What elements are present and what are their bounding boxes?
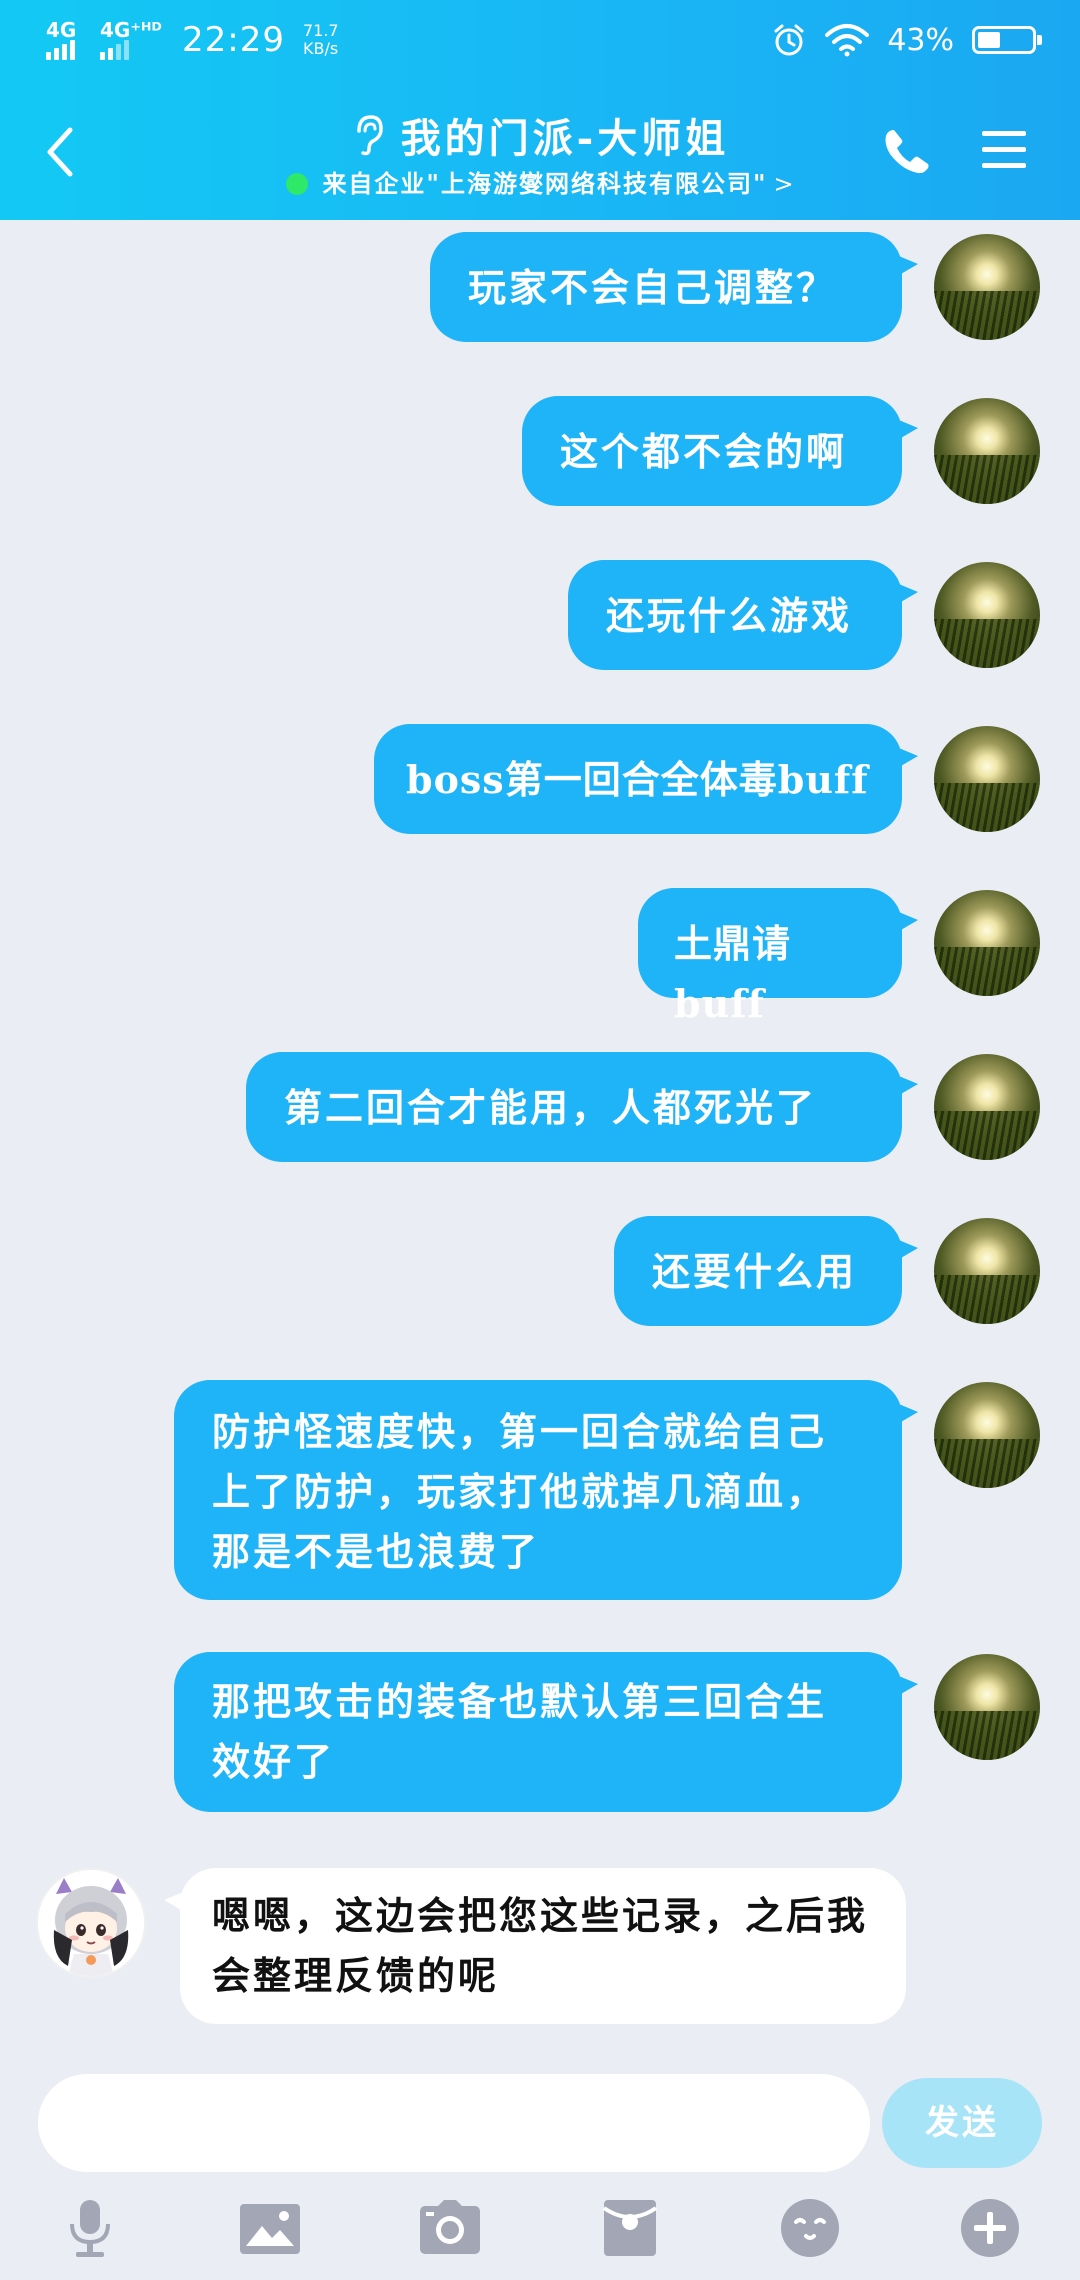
avatar-self[interactable] bbox=[934, 1382, 1040, 1488]
microphone-icon[interactable] bbox=[58, 2196, 122, 2260]
chevron-right-icon: > bbox=[773, 170, 794, 198]
avatar-agent[interactable] bbox=[38, 1870, 144, 1976]
signal-icon: 4G bbox=[46, 18, 86, 60]
message-bubble-self[interactable]: 玩家不会自己调整？ bbox=[430, 232, 918, 342]
speed-unit: KB/s bbox=[302, 39, 339, 58]
chat-toolbar bbox=[0, 2190, 1080, 2280]
send-button[interactable]: 发送 bbox=[882, 2078, 1042, 2168]
speed-value: 71.7 bbox=[302, 21, 339, 40]
emoji-icon[interactable] bbox=[778, 2196, 842, 2260]
agent-avatar-illustration bbox=[38, 1870, 144, 1976]
avatar-self[interactable] bbox=[934, 234, 1040, 340]
avatar-self[interactable] bbox=[934, 562, 1040, 668]
message-bubble-self[interactable]: 还要什么用 bbox=[614, 1216, 918, 1326]
avatar-self[interactable] bbox=[934, 398, 1040, 504]
plus-icon[interactable] bbox=[958, 2196, 1022, 2260]
network-speed: 71.7 KB/s bbox=[303, 22, 339, 58]
message-bubble-self[interactable]: 这个都不会的啊 bbox=[522, 396, 918, 506]
wifi-icon bbox=[825, 24, 870, 57]
menu-icon[interactable] bbox=[980, 128, 1028, 172]
network-label: 4G bbox=[46, 18, 77, 42]
message-bubble-self[interactable]: 土鼎请buff bbox=[638, 888, 918, 1026]
online-status-dot bbox=[286, 173, 309, 195]
avatar-self[interactable] bbox=[934, 726, 1040, 832]
battery-percent: 43% bbox=[887, 22, 954, 58]
message-bubble-self[interactable]: 第二回合才能用，人都死光了 bbox=[246, 1052, 918, 1162]
message-input[interactable] bbox=[38, 2074, 870, 2172]
avatar-self[interactable] bbox=[934, 1054, 1040, 1160]
ear-icon bbox=[356, 115, 383, 156]
phone-icon[interactable] bbox=[882, 126, 932, 176]
red-packet-icon[interactable] bbox=[598, 2196, 662, 2260]
message-bubble-self[interactable]: 还玩什么游戏 bbox=[568, 560, 918, 670]
signal-icon-2: 4G⁺ᴴᴰ bbox=[100, 18, 162, 60]
avatar-self[interactable] bbox=[934, 1218, 1040, 1324]
message-bubble-self[interactable]: 防护怪速度快，第一回合就给自己上了防护，玩家打他就掉几滴血，那是不是也浪费了 bbox=[174, 1380, 918, 1600]
network-label-2: 4G⁺ᴴᴰ bbox=[100, 18, 162, 42]
avatar-self[interactable] bbox=[934, 1654, 1040, 1760]
camera-icon[interactable] bbox=[418, 2196, 482, 2260]
message-bubble-self[interactable]: boss第一回合全体毒buff bbox=[374, 724, 918, 834]
battery-icon bbox=[972, 26, 1042, 54]
image-icon[interactable] bbox=[238, 2196, 302, 2260]
battery-fill bbox=[978, 32, 1001, 48]
chat-header: 4G 4G⁺ᴴᴰ 22:29 71.7 KB/s 43% 我的门派-大师姐 来自… bbox=[0, 0, 1080, 220]
alarm-icon bbox=[774, 24, 804, 56]
chat-title: 我的门派-大师姐 bbox=[400, 115, 730, 162]
message-bubble-self[interactable]: 那把攻击的装备也默认第三回合生效好了 bbox=[174, 1652, 918, 1812]
status-bar: 4G 4G⁺ᴴᴰ 22:29 71.7 KB/s 43% bbox=[0, 0, 1080, 80]
avatar-self[interactable] bbox=[934, 890, 1040, 996]
company-name: 来自企业"上海游燮网络科技有限公司" bbox=[322, 169, 768, 198]
message-bubble-agent[interactable]: 嗯嗯，这边会把您这些记录，之后我会整理反馈的呢 bbox=[164, 1868, 906, 2024]
clock: 22:29 bbox=[182, 20, 285, 60]
